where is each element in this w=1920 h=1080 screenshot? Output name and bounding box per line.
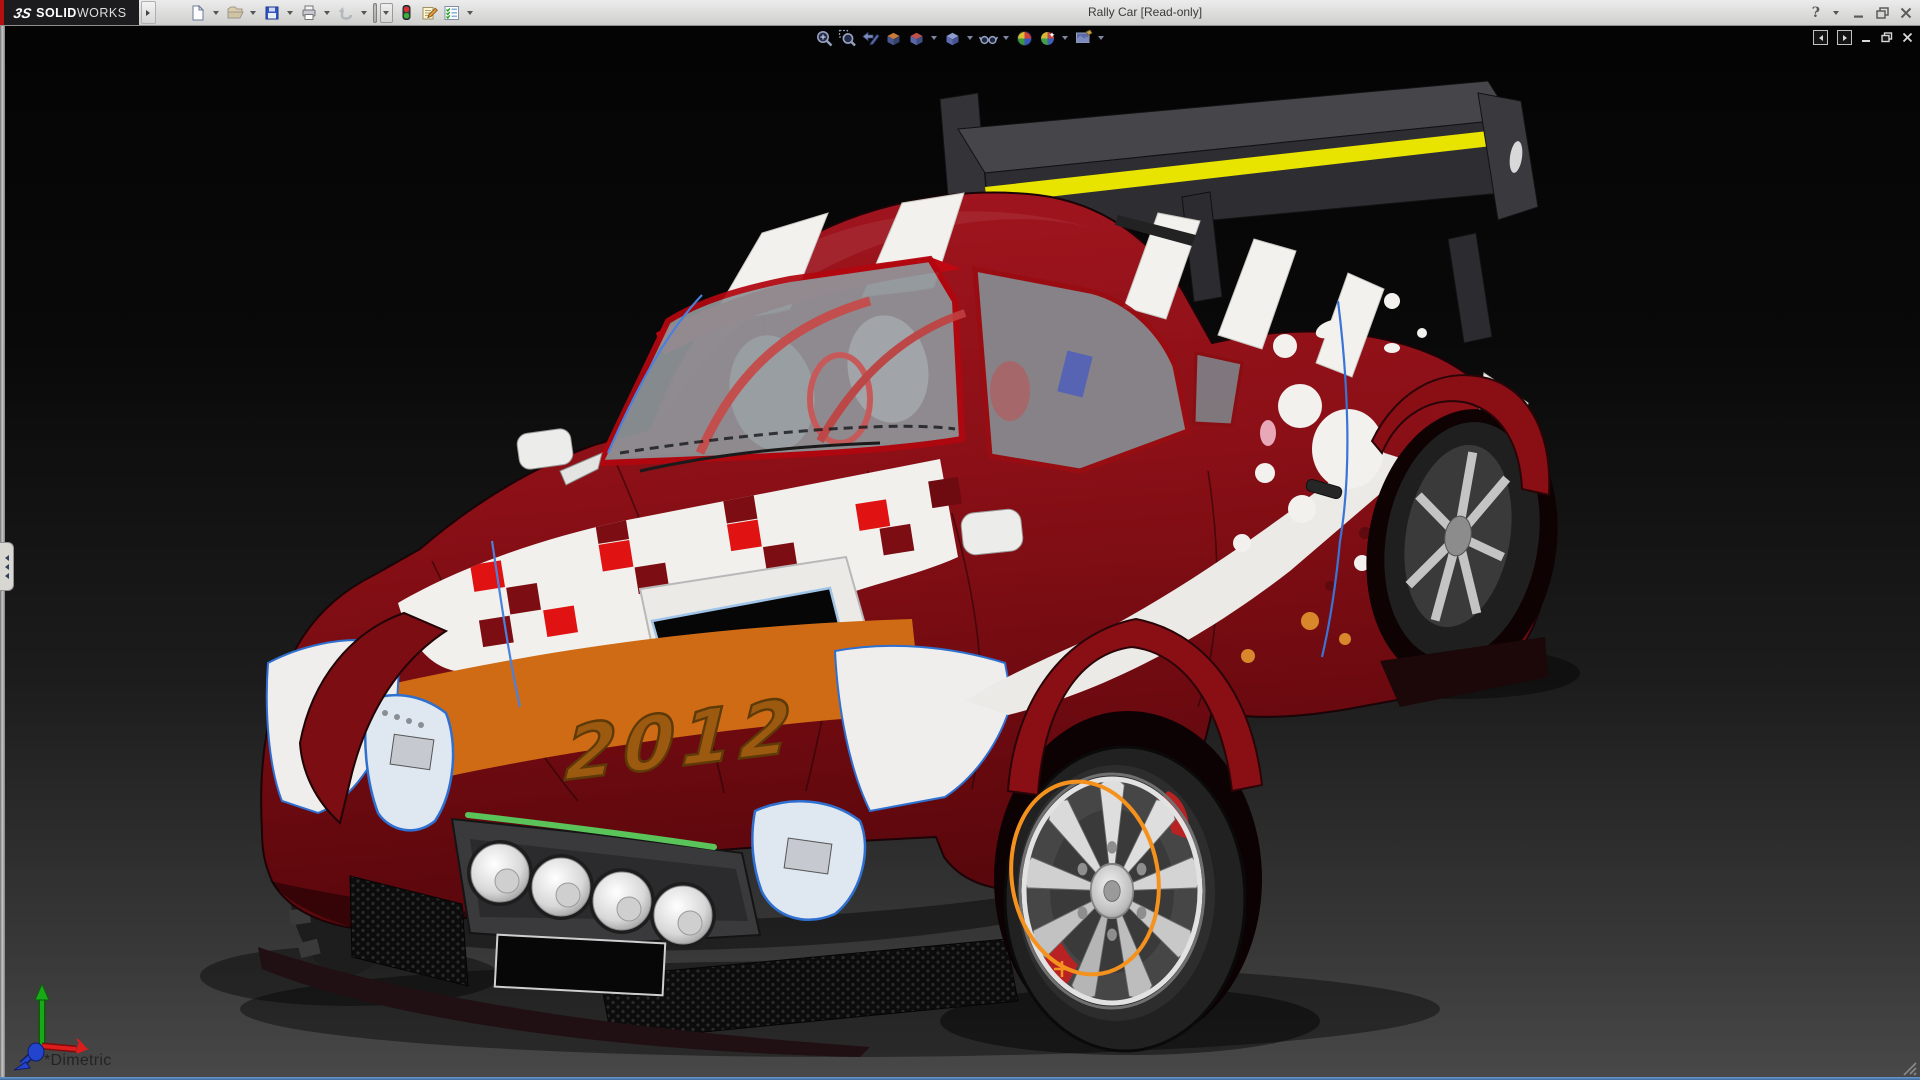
doc-close-icon bbox=[1902, 32, 1913, 43]
options-dropdown-caret[interactable] bbox=[467, 11, 473, 15]
close-icon bbox=[1900, 7, 1912, 19]
zoom-to-fit-icon bbox=[815, 29, 834, 48]
heads-up-view-toolbar bbox=[814, 28, 1106, 48]
close-button[interactable] bbox=[1900, 7, 1912, 19]
new-document-icon bbox=[189, 4, 207, 22]
view-settings-button[interactable] bbox=[1073, 28, 1093, 48]
rebuild-button[interactable] bbox=[396, 3, 416, 23]
section-view-icon bbox=[884, 29, 903, 48]
apply-scene-button[interactable] bbox=[1037, 28, 1057, 48]
view-settings-caret[interactable] bbox=[1098, 36, 1104, 40]
file-properties-icon bbox=[420, 4, 438, 22]
view-orientation-cube-icon bbox=[907, 29, 926, 48]
hide-show-items-glasses-icon bbox=[979, 29, 998, 48]
view-settings-icon bbox=[1074, 29, 1093, 48]
help-icon[interactable]: ? bbox=[1812, 5, 1820, 21]
edit-appearance-button[interactable] bbox=[1014, 28, 1034, 48]
previous-view-icon bbox=[861, 29, 880, 48]
toggle-panel-right-button[interactable] bbox=[1837, 30, 1852, 45]
save-dropdown-caret[interactable] bbox=[287, 11, 293, 15]
standard-toolbar bbox=[188, 3, 476, 23]
options-button[interactable] bbox=[442, 3, 462, 23]
window-edge-accent bbox=[0, 0, 4, 25]
undo-button[interactable] bbox=[336, 3, 356, 23]
display-style-cube-icon bbox=[943, 29, 962, 48]
view-orientation-label: *Dimetric bbox=[44, 1052, 112, 1070]
hide-show-items-button[interactable] bbox=[978, 28, 998, 48]
open-dropdown-caret[interactable] bbox=[250, 11, 256, 15]
print-dropdown-caret[interactable] bbox=[324, 11, 330, 15]
rebuild-traffic-light-icon bbox=[397, 4, 415, 22]
restore-icon bbox=[1876, 7, 1889, 19]
view-orientation-button[interactable] bbox=[906, 28, 926, 48]
minimize-icon bbox=[1853, 7, 1865, 19]
save-floppy-icon bbox=[263, 4, 281, 22]
apply-scene-caret[interactable] bbox=[1062, 36, 1068, 40]
zoom-to-area-button[interactable] bbox=[837, 28, 857, 48]
dassault-3s-mark: 3S bbox=[12, 5, 33, 21]
new-dropdown-caret[interactable] bbox=[213, 11, 219, 15]
rally-car-model: 2012 bbox=[0, 26, 1920, 1077]
restore-button[interactable] bbox=[1876, 7, 1889, 19]
toggle-panel-left-icon bbox=[1819, 35, 1823, 41]
file-properties-button[interactable] bbox=[419, 3, 439, 23]
solidworks-logo: 3S SOLIDWORKS bbox=[0, 0, 139, 25]
select-dropdown-button[interactable] bbox=[380, 3, 393, 23]
select-tool-button-active[interactable] bbox=[373, 3, 377, 23]
toggle-panel-right-icon bbox=[1843, 35, 1847, 41]
zoom-to-area-icon bbox=[838, 29, 857, 48]
undo-icon bbox=[337, 4, 355, 22]
triangle-left-icon bbox=[5, 564, 9, 570]
logo-text-works: WORKS bbox=[77, 6, 127, 20]
logo-text-solid: SOLID bbox=[36, 6, 77, 20]
title-bar: 3S SOLIDWORKS bbox=[0, 0, 1920, 26]
triangle-right-icon bbox=[146, 10, 150, 16]
zoom-to-fit-button[interactable] bbox=[814, 28, 834, 48]
doc-minimize-button[interactable] bbox=[1861, 32, 1872, 43]
previous-view-button[interactable] bbox=[860, 28, 880, 48]
triangle-left-icon bbox=[5, 555, 9, 561]
doc-restore-icon bbox=[1881, 32, 1893, 43]
open-folder-icon bbox=[226, 4, 244, 22]
document-window-controls bbox=[1813, 30, 1913, 45]
solidworks-window: 3S SOLIDWORKS bbox=[0, 0, 1920, 1080]
doc-close-button[interactable] bbox=[1902, 32, 1913, 43]
print-button[interactable] bbox=[299, 3, 319, 23]
display-style-caret[interactable] bbox=[967, 36, 973, 40]
window-controls: ? bbox=[1812, 0, 1912, 25]
doc-restore-button[interactable] bbox=[1881, 32, 1893, 43]
open-button[interactable] bbox=[225, 3, 245, 23]
undo-dropdown-caret[interactable] bbox=[361, 11, 367, 15]
section-view-button[interactable] bbox=[883, 28, 903, 48]
help-dropdown-caret[interactable] bbox=[1833, 11, 1839, 15]
options-checklist-icon bbox=[443, 4, 461, 22]
graphics-area[interactable]: 2012 bbox=[0, 26, 1920, 1077]
doc-minimize-icon bbox=[1861, 32, 1872, 43]
select-dropdown-caret bbox=[383, 11, 389, 15]
save-button[interactable] bbox=[262, 3, 282, 23]
feature-panel-handle[interactable] bbox=[0, 542, 14, 591]
edit-appearance-sphere-icon bbox=[1015, 29, 1034, 48]
display-style-button[interactable] bbox=[942, 28, 962, 48]
toggle-panel-left-button[interactable] bbox=[1813, 30, 1828, 45]
document-title: Rally Car [Read-only] bbox=[1088, 0, 1202, 25]
new-document-button[interactable] bbox=[188, 3, 208, 23]
minimize-button[interactable] bbox=[1853, 7, 1865, 19]
triangle-left-icon bbox=[5, 573, 9, 579]
hide-show-items-caret[interactable] bbox=[1003, 36, 1009, 40]
view-orientation-caret[interactable] bbox=[931, 36, 937, 40]
apply-scene-sphere-icon bbox=[1038, 29, 1057, 48]
toolbar-expander-button[interactable] bbox=[141, 1, 156, 24]
print-icon bbox=[300, 4, 318, 22]
resize-grip[interactable] bbox=[1901, 1061, 1918, 1076]
